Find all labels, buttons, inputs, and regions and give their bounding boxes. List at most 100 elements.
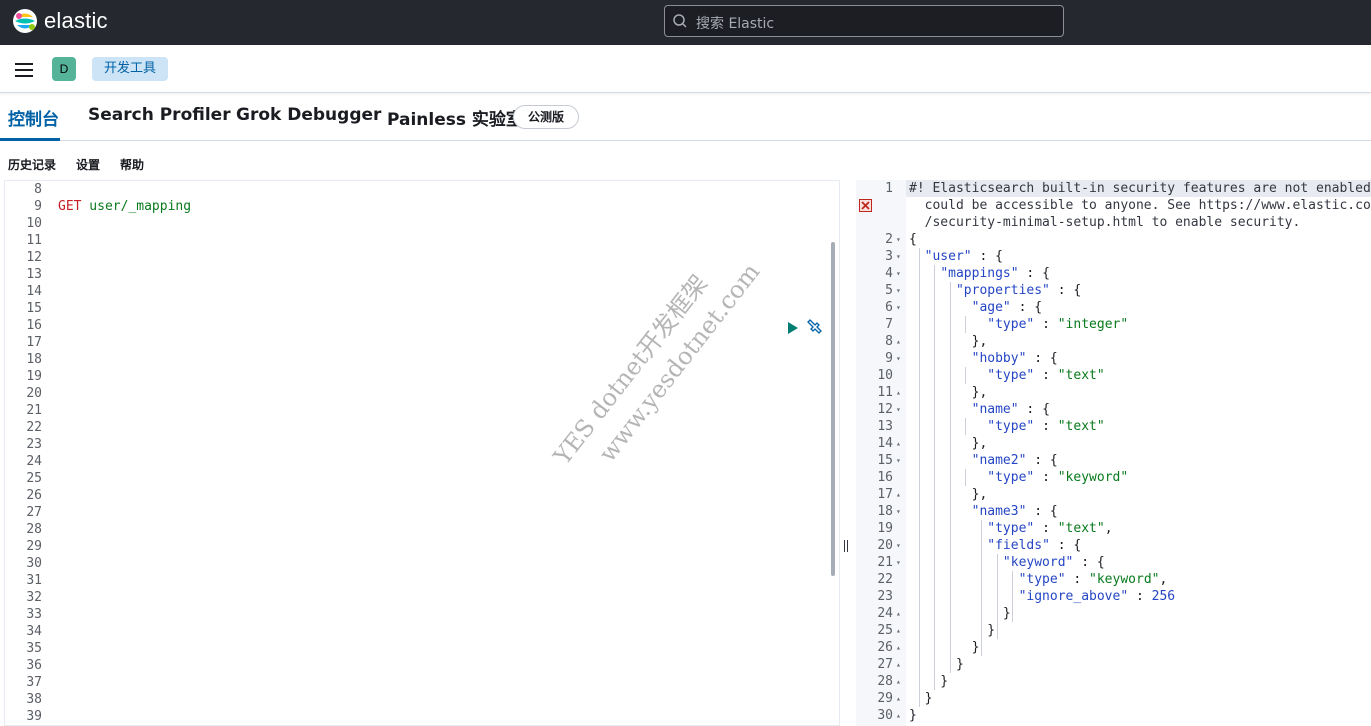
warning-error-icon[interactable] [859, 199, 872, 212]
line-number: 16 [26, 318, 42, 333]
line-number: 37 [26, 675, 42, 690]
line-number: 27 [26, 505, 42, 520]
beta-badge: 公测版 [513, 105, 580, 129]
line-number: 26 [877, 640, 893, 655]
menu-settings[interactable]: 设置 [76, 156, 100, 173]
line-number: 22 [26, 420, 42, 435]
brand-name[interactable]: elastic [44, 8, 108, 34]
response-json: } [909, 606, 1011, 621]
elastic-logo-icon[interactable] [12, 8, 38, 34]
line-number: 12 [877, 402, 893, 417]
request-query[interactable]: GET user/_mapping [58, 198, 191, 215]
fold-expand-icon[interactable]: ▴ [896, 435, 901, 452]
fold-expand-icon[interactable]: ▴ [896, 384, 901, 401]
response-json: "type" : "integer" [987, 317, 1129, 332]
line-number: 32 [26, 590, 42, 605]
tab-search-profiler[interactable]: Search Profiler [88, 105, 231, 125]
line-number: 12 [26, 250, 42, 265]
wrench-icon[interactable] [806, 317, 824, 335]
response-json: "keyword" : { [1002, 555, 1105, 570]
response-json: }, [909, 334, 988, 349]
line-number: 29 [877, 691, 893, 706]
line-number: 18 [26, 352, 42, 367]
response-line: 29 ▴ } [856, 690, 1371, 707]
line-number: 33 [26, 607, 42, 622]
breadcrumb-dev-tools[interactable]: 开发工具 [92, 57, 169, 81]
response-json: "type" : "keyword", [1018, 572, 1168, 587]
menu-history[interactable]: 历史记录 [8, 156, 56, 173]
line-number: 3 [885, 249, 893, 264]
fold-collapse-icon[interactable]: ▾ [896, 401, 901, 418]
indent-guide [1012, 571, 1014, 622]
indent-guide [965, 367, 967, 384]
request-path: user/_mapping [81, 199, 192, 214]
fold-expand-icon[interactable]: ▴ [896, 656, 901, 673]
fold-expand-icon[interactable]: ▴ [896, 639, 901, 656]
line-number: 13 [877, 419, 893, 434]
fold-collapse-icon[interactable]: ▾ [896, 452, 901, 469]
tab-grok-debugger[interactable]: Grok Debugger [236, 105, 381, 125]
response-json: } [909, 708, 917, 723]
indent-guide [934, 265, 936, 690]
request-editor[interactable]: 8 9 GET user/_mapping 10 11 12 13 14 15 16 17 18 19 2… [4, 180, 840, 726]
line-number: 16 [877, 470, 893, 485]
response-json: } [909, 623, 996, 638]
response-json: "type" : "text" [987, 419, 1105, 434]
fold-collapse-icon[interactable]: ▾ [896, 554, 901, 571]
fold-collapse-icon[interactable]: ▾ [896, 282, 901, 299]
fold-expand-icon[interactable]: ▴ [896, 690, 901, 707]
response-json: { [909, 232, 917, 247]
fold-expand-icon[interactable]: ▴ [896, 622, 901, 639]
indent-guide [965, 469, 967, 486]
response-json: }, [909, 487, 988, 502]
indent-guide [965, 418, 967, 435]
line-number: 8 [885, 334, 893, 349]
response-json: }, [909, 385, 988, 400]
line-number: 6 [885, 300, 893, 315]
response-json: } [909, 657, 964, 672]
fold-collapse-icon[interactable]: ▾ [896, 537, 901, 554]
line-number: 8 [34, 182, 42, 197]
fold-collapse-icon[interactable]: ▾ [896, 231, 901, 248]
line-number: 10 [26, 216, 42, 231]
line-number: 11 [26, 233, 42, 248]
panel-resize-handle[interactable] [844, 539, 852, 555]
fold-collapse-icon[interactable]: ▾ [896, 248, 901, 265]
fold-expand-icon[interactable]: ▴ [896, 707, 901, 724]
tab-painless-lab[interactable]: Painless 实验室 [387, 105, 523, 130]
response-warning-line: #! Elasticsearch built-in security featu… [909, 181, 1371, 196]
fold-collapse-icon[interactable]: ▾ [896, 265, 901, 282]
menu-help[interactable]: 帮助 [120, 156, 144, 173]
global-search-input[interactable]: 搜索 Elastic [664, 5, 1064, 37]
line-number: 34 [26, 624, 42, 639]
fold-expand-icon[interactable]: ▴ [896, 605, 901, 622]
response-viewer[interactable]: #! Elasticsearch built-in security featu… [856, 180, 1371, 726]
line-number: 18 [877, 504, 893, 519]
response-json: "type" : "text" [987, 368, 1105, 383]
fold-expand-icon[interactable]: ▴ [896, 333, 901, 350]
line-number: 10 [877, 368, 893, 383]
response-warning-line: could be accessible to anyone. See https… [909, 198, 1371, 213]
fold-expand-icon[interactable]: ▴ [896, 486, 901, 503]
line-number: 35 [26, 641, 42, 656]
line-number: 39 [26, 709, 42, 724]
line-number: 4 [885, 266, 893, 281]
fold-expand-icon[interactable]: ▴ [896, 673, 901, 690]
response-json: } [909, 691, 933, 706]
space-avatar[interactable]: D [52, 57, 76, 81]
request-scrollbar[interactable] [831, 242, 835, 576]
fold-collapse-icon[interactable]: ▾ [896, 503, 901, 520]
dev-tools-tabs: 控制台 Search Profiler Grok Debugger Painle… [0, 94, 1371, 141]
send-request-icon[interactable] [786, 321, 800, 335]
response-json: "type" : "text", [987, 521, 1113, 536]
menu-toggle-icon[interactable] [15, 63, 33, 77]
fold-collapse-icon[interactable]: ▾ [896, 299, 901, 316]
line-number: 23 [877, 589, 893, 604]
response-json: "user" : { [924, 249, 1003, 264]
request-actions [786, 317, 824, 340]
tab-console[interactable]: 控制台 [8, 105, 59, 130]
line-number: 36 [26, 658, 42, 673]
fold-collapse-icon[interactable]: ▾ [896, 350, 901, 367]
response-json: "name2" : { [971, 453, 1058, 468]
response-line: 2 ▾ { [856, 231, 1371, 248]
